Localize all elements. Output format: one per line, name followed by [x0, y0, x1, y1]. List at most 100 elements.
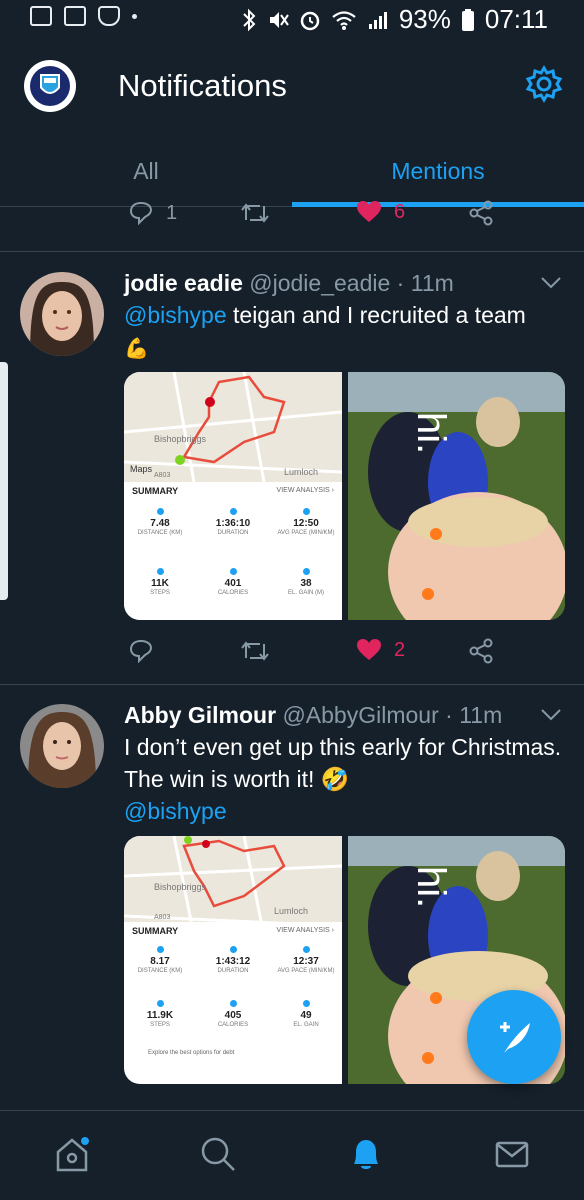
avatar-image: [20, 272, 104, 356]
reply-icon: [129, 201, 153, 226]
stat-value: 1:36:10: [215, 518, 251, 529]
view-analysis-link: VIEW ANALYSIS ›: [276, 487, 334, 494]
tab-mentions[interactable]: Mentions: [292, 135, 584, 207]
stat-label: EL. GAIN: [293, 1022, 319, 1028]
page-title: Notifications: [118, 68, 287, 103]
stat-value: 12:50: [293, 518, 319, 529]
stat-value: 8.17: [150, 956, 170, 967]
status-bar: 93% 07:11: [0, 0, 584, 40]
tweet-media[interactable]: Bishopbriggs Lumloch Maps A803 SUMMARY V…: [124, 372, 565, 620]
alarm-icon: [300, 11, 320, 30]
bottom-navigation: [0, 1110, 584, 1200]
tab-all[interactable]: All: [0, 135, 292, 207]
stat-label: CALORIES: [217, 590, 249, 596]
retweet-icon: [241, 203, 269, 223]
signal-icon: [368, 11, 387, 29]
stat-label: DURATION: [217, 968, 249, 974]
reply-button[interactable]: 1: [128, 200, 177, 226]
timestamp: 11m: [410, 270, 454, 296]
like-icon: [357, 639, 381, 660]
like-icon: [357, 201, 381, 222]
map-lumloch-label: Lumloch: [284, 467, 319, 477]
profile-avatar[interactable]: [24, 60, 76, 112]
road-label: A803: [154, 472, 171, 479]
chevron-down-icon[interactable]: [540, 708, 562, 722]
calendar-icon: [64, 6, 86, 26]
avatar[interactable]: [20, 704, 104, 788]
share-button[interactable]: [468, 638, 494, 664]
map-lumloch-label: Lumloch: [274, 906, 309, 916]
stat-value: 7.48: [150, 518, 170, 529]
retweet-button[interactable]: [240, 200, 270, 226]
selfie-sticker-text: hi.: [409, 412, 453, 454]
stat-icon: [302, 946, 310, 953]
stat-pace: 12:37 AVG PACE (MIN/KM): [270, 946, 342, 975]
stat-elevation: 49 EL. GAIN: [270, 1000, 342, 1029]
stat-icon: [229, 568, 237, 575]
status-right: 93% 07:11: [241, 4, 548, 35]
team-selfie-photo[interactable]: hi.: [348, 372, 565, 620]
like-count: 6: [394, 200, 406, 223]
tweet-text: @bishype teigan and I recruited a team 💪: [124, 299, 564, 365]
stat-label: DISTANCE (KM): [137, 530, 183, 536]
mute-icon: [269, 11, 289, 28]
like-button[interactable]: 2: [356, 638, 405, 662]
stat-duration: 1:36:10 DURATION: [197, 508, 269, 537]
stat-label: CALORIES: [217, 1022, 249, 1028]
mail-icon: [495, 1141, 529, 1168]
stat-calories: 405 CALORIES: [197, 1000, 269, 1029]
stat-icon: [156, 508, 164, 515]
stat-icon: [156, 946, 164, 953]
avatar[interactable]: [20, 272, 104, 356]
retweet-button[interactable]: [240, 638, 270, 664]
battery-icon: [461, 8, 474, 31]
stat-elevation: 38 EL. GAIN (M): [270, 568, 342, 597]
display-name[interactable]: Abby Gilmour: [124, 702, 276, 728]
stat-label: AVG PACE (MIN/KM): [277, 530, 335, 536]
stat-value: 1:43:12: [215, 956, 251, 967]
bell-icon: [354, 1140, 378, 1169]
nav-search[interactable]: [188, 1129, 248, 1179]
handle[interactable]: @AbbyGilmour: [282, 702, 438, 728]
app-header: Notifications: [0, 40, 584, 135]
stat-icon: [302, 508, 310, 515]
summary-footer: Explore the best options for debt: [148, 1050, 235, 1056]
tweet-header: jodie eadie @jodie_eadie · 11m: [124, 270, 454, 297]
stat-label: DISTANCE (KM): [137, 968, 183, 974]
stat-icon: [229, 1000, 237, 1007]
nav-notifications[interactable]: [336, 1129, 396, 1179]
flexed-biceps-emoji: 💪: [124, 338, 149, 360]
share-icon: [469, 200, 493, 226]
like-button[interactable]: 6: [356, 200, 405, 224]
run-summary-image[interactable]: Bishopbriggs Lumloch A803 SUMMARY VIEW A…: [124, 836, 342, 1084]
mention-link[interactable]: @bishype: [124, 798, 227, 824]
bluetooth-icon: [243, 8, 256, 31]
stat-icon: [156, 568, 164, 575]
view-analysis-link: VIEW ANALYSIS ›: [276, 927, 334, 934]
stat-steps: 11K STEPS: [124, 568, 196, 597]
share-button[interactable]: [468, 200, 494, 226]
reply-button[interactable]: [128, 638, 154, 664]
compose-button[interactable]: [467, 990, 561, 1084]
stat-duration: 1:43:12 DURATION: [197, 946, 269, 975]
tweet-action-bar: 1 6: [0, 200, 584, 240]
stat-value: 11K: [151, 578, 169, 589]
stat-icon: [302, 568, 310, 575]
tweet-body: teigan and I recruited a team: [226, 302, 526, 328]
run-summary-image[interactable]: Bishopbriggs Lumloch Maps A803 SUMMARY V…: [124, 372, 342, 620]
battery-percent: 93%: [398, 4, 451, 34]
display-name[interactable]: jodie eadie: [124, 270, 243, 296]
selfie-sticker-text: hi.: [409, 866, 453, 908]
nav-messages[interactable]: [482, 1129, 542, 1179]
maps-brand-label: Maps: [130, 464, 153, 474]
dot-separator: ·: [445, 702, 453, 728]
handle[interactable]: @jodie_eadie: [249, 270, 390, 296]
stat-value: 49: [300, 1010, 312, 1021]
gear-icon[interactable]: [524, 64, 564, 104]
notification-tabs: All Mentions: [0, 135, 584, 207]
chevron-down-icon[interactable]: [540, 276, 562, 290]
nav-home[interactable]: [42, 1129, 102, 1179]
club-crest-icon: [25, 61, 75, 111]
mention-link[interactable]: @bishype: [124, 302, 227, 328]
stat-value: 38: [300, 578, 312, 589]
